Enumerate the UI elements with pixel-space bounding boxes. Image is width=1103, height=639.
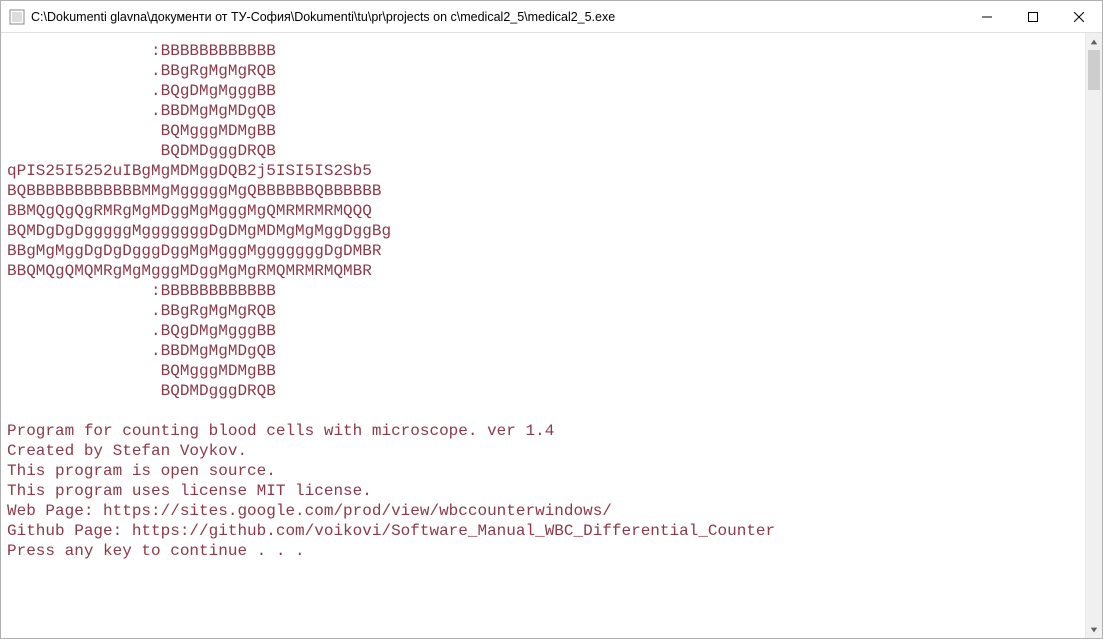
scroll-track[interactable] [1086,50,1102,621]
console-output: :BBBBBBBBBBBB .BBgRgMgMgRQB .BQgDMgMgggB… [1,33,1085,638]
window-title: C:\Dokumenti glavna\документи от ТУ-Софи… [31,10,964,24]
maximize-button[interactable] [1010,1,1056,32]
content-area: :BBBBBBBBBBBB .BBgRgMgMgRQB .BQgDMgMgggB… [1,33,1102,638]
scroll-thumb[interactable] [1088,50,1100,90]
minimize-button[interactable] [964,1,1010,32]
titlebar: C:\Dokumenti glavna\документи от ТУ-Софи… [1,1,1102,33]
vertical-scrollbar[interactable] [1085,33,1102,638]
app-icon [9,9,25,25]
close-button[interactable] [1056,1,1102,32]
scroll-up-arrow-icon[interactable] [1086,33,1102,50]
scroll-down-arrow-icon[interactable] [1086,621,1102,638]
window-controls [964,1,1102,32]
app-window: C:\Dokumenti glavna\документи от ТУ-Софи… [0,0,1103,639]
